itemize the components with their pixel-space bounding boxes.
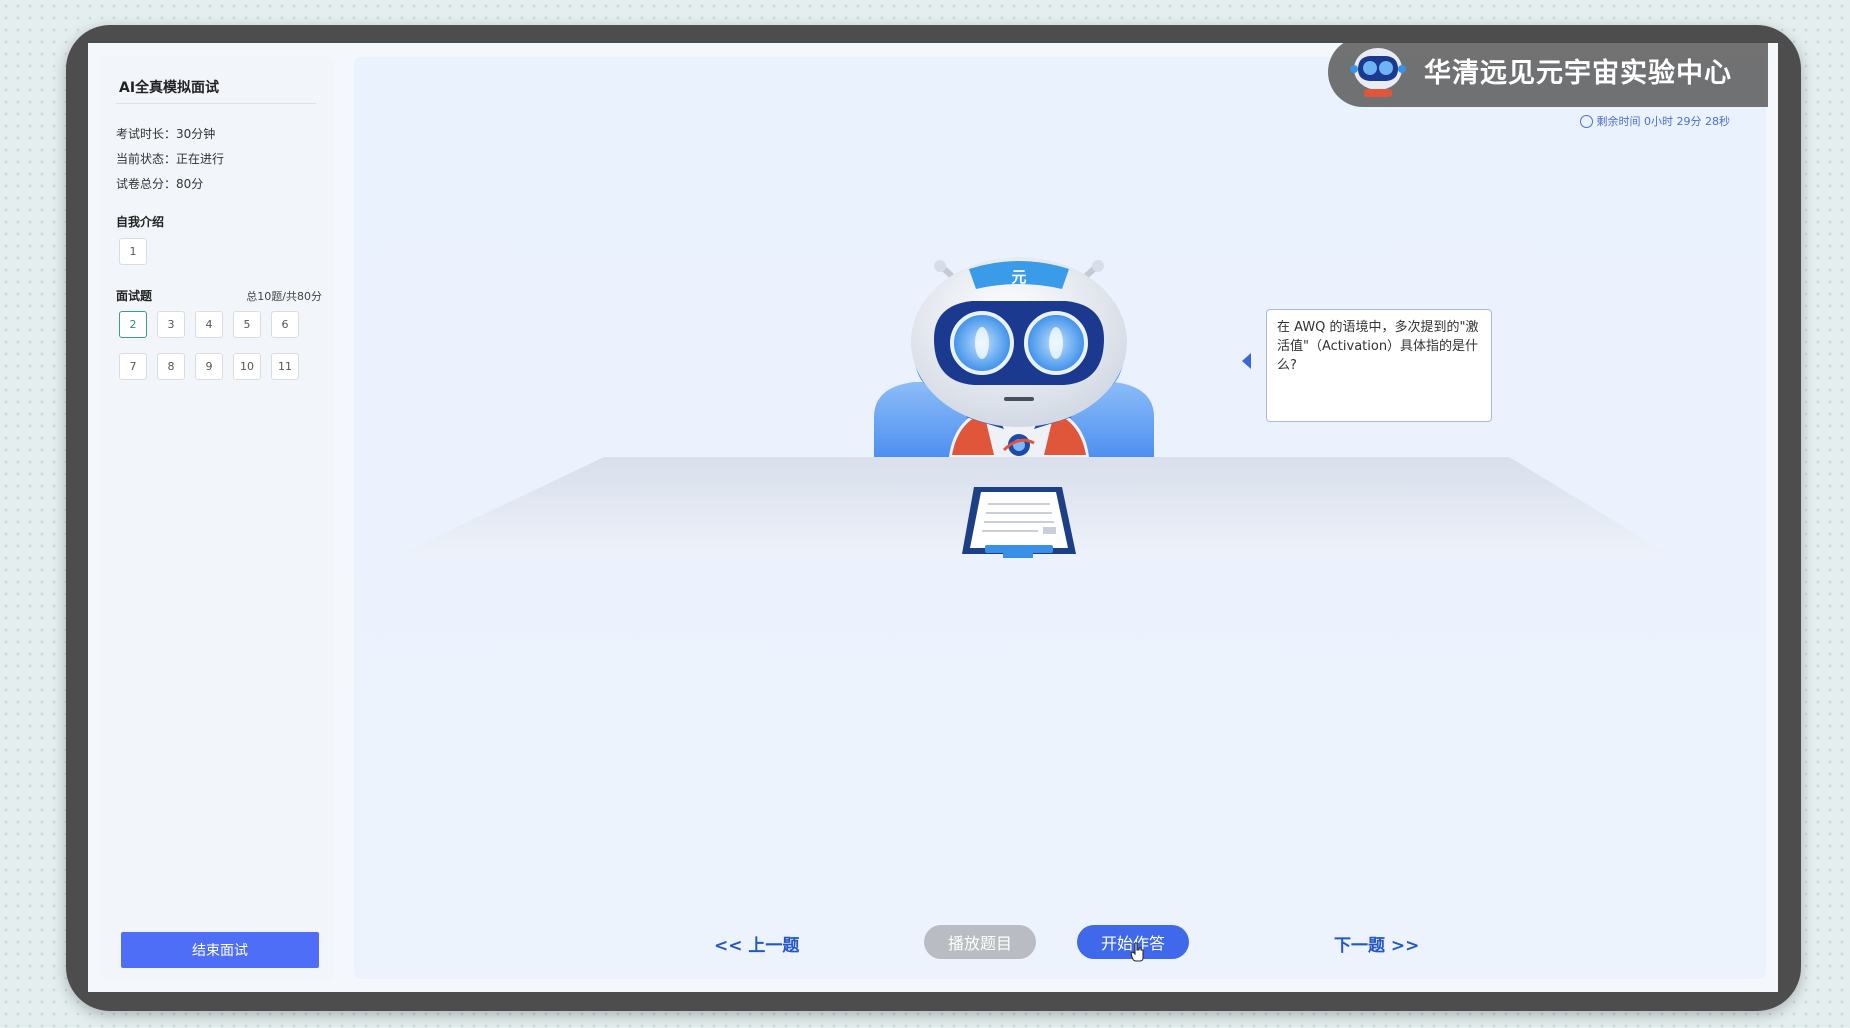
clipboard-icon (962, 487, 1076, 558)
question-8-button[interactable]: 8 (157, 353, 185, 380)
robot-logo-icon (1350, 48, 1406, 97)
sidebar: AI全真模拟面试 考试时长：30分钟 当前状态：正在进行 试卷总分：80分 自我… (100, 57, 334, 979)
question-9-button[interactable]: 9 (195, 353, 223, 380)
brand-banner: 华清远见元宇宙实验中心 (1328, 43, 1768, 107)
intro-section-label: 自我介绍 (116, 215, 165, 229)
next-question-button[interactable]: 下一题 >> (1328, 930, 1425, 957)
question-6-button[interactable]: 6 (271, 311, 299, 338)
exam-total-score: 试卷总分：80分 (116, 177, 204, 191)
hand-cursor-icon (1130, 942, 1144, 962)
interview-stage: 元 在 AWQ 的语境中，多次提到的"激活值"（Activation）具体指的是… (354, 43, 1768, 979)
clock-icon (1579, 115, 1593, 128)
end-interview-button[interactable]: 结束面试 (121, 932, 319, 968)
interview-section-label: 面试题 (116, 289, 153, 303)
timer-text: 剩余时间 0小时 29分 28秒 (1596, 115, 1730, 128)
robot-badge: 元 (1011, 268, 1026, 286)
question-10-button[interactable]: 10 (233, 353, 261, 380)
question-3-button[interactable]: 3 (157, 311, 185, 338)
interview-summary: 总10题/共80分 (246, 290, 322, 303)
remaining-timer: 剩余时间 0小时 29分 28秒 (1579, 113, 1730, 129)
brand-name: 华清远见元宇宙实验中心 (1424, 58, 1732, 89)
question-11-button[interactable]: 11 (271, 353, 299, 380)
question-1-button[interactable]: 1 (119, 238, 147, 265)
exam-duration: 考试时长：30分钟 (116, 127, 216, 141)
interview-scene: 元 (394, 257, 1674, 558)
speech-pointer (1242, 353, 1251, 369)
question-7-button[interactable]: 7 (119, 353, 147, 380)
question-4-button[interactable]: 4 (195, 311, 223, 338)
prev-question-button[interactable]: << 上一题 (708, 930, 805, 957)
question-bubble: 在 AWQ 的语境中，多次提到的"激活值"（Activation）具体指的是什么… (1266, 309, 1492, 422)
app-screen: AI全真模拟面试 考试时长：30分钟 当前状态：正在进行 试卷总分：80分 自我… (88, 43, 1778, 992)
play-question-button[interactable]: 播放题目 (924, 925, 1036, 959)
question-5-button[interactable]: 5 (233, 311, 261, 338)
exam-title: AI全真模拟面试 (119, 80, 220, 96)
exam-status: 当前状态：正在进行 (116, 152, 225, 166)
title-divider (116, 103, 316, 104)
question-2-button[interactable]: 2 (119, 311, 147, 338)
